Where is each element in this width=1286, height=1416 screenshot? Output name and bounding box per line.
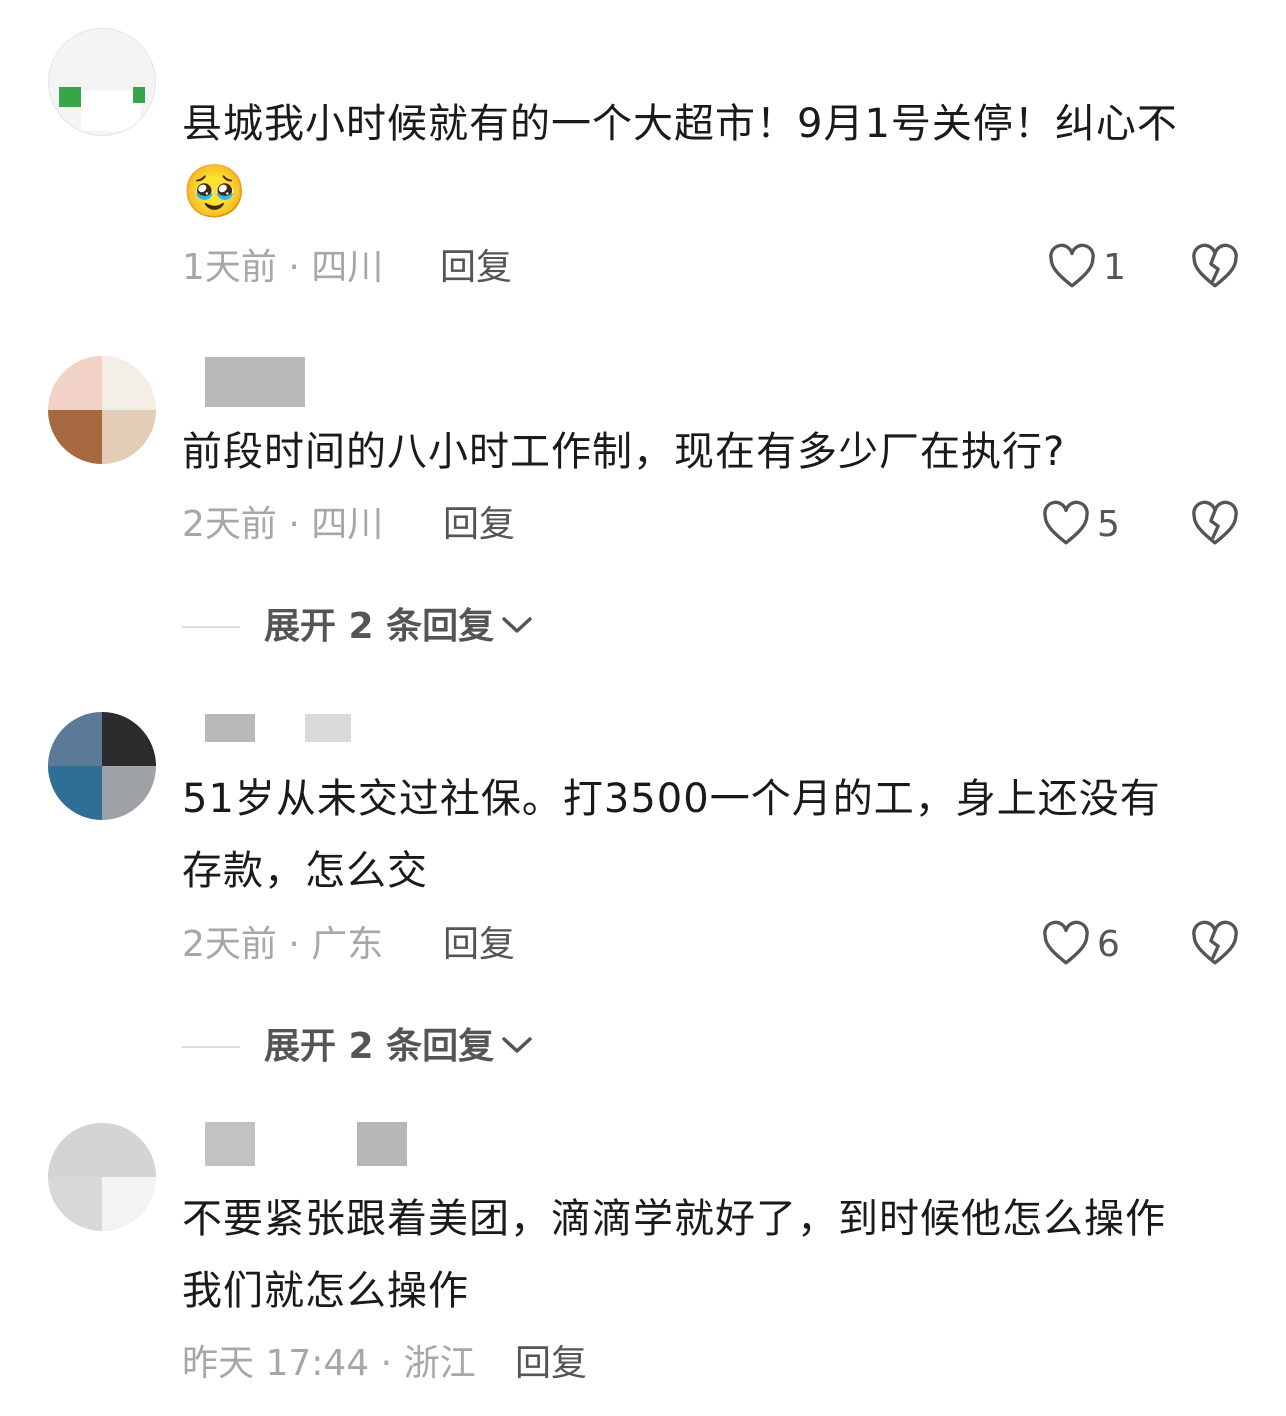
pleading-face-emoji: 🥹 (182, 162, 248, 222)
username-redacted (357, 1122, 407, 1166)
chevron-down-icon (500, 613, 534, 641)
comment-meta: 2天前 · 广东 (182, 924, 384, 965)
expand-divider (182, 626, 240, 628)
broken-heart-icon (1190, 500, 1240, 550)
like-button[interactable]: 6 (1041, 920, 1120, 970)
like-button[interactable]: 5 (1041, 500, 1120, 550)
comment-text: 51岁从未交过社保。打3500一个月的工，身上还没有 存款，怎么交 (182, 776, 1161, 894)
dislike-button[interactable] (1190, 243, 1240, 293)
broken-heart-icon (1190, 920, 1240, 970)
comment-meta: 1天前 · 四川 (182, 247, 384, 288)
expand-replies-button[interactable]: 展开 2 条回复 (182, 602, 534, 652)
comment-text: 不要紧张跟着美团，滴滴学就好了，到时候他怎么操作 我们就怎么操作 (182, 1196, 1166, 1314)
expand-label: 展开 2 条回复 (264, 1026, 495, 1067)
comment-text: 县城我小时候就有的一个大超市！9月1号关停！纠心不 🥹 (182, 101, 1178, 222)
dislike-button[interactable] (1190, 500, 1240, 550)
broken-heart-icon (1190, 243, 1240, 293)
username-redacted (305, 714, 351, 742)
reply-button[interactable]: 回复 (443, 500, 515, 550)
heart-outline-icon (1041, 920, 1091, 970)
expand-label: 展开 2 条回复 (264, 606, 495, 647)
reply-button[interactable]: 回复 (515, 1339, 587, 1389)
expand-divider (182, 1046, 240, 1048)
avatar[interactable] (48, 1123, 156, 1231)
avatar[interactable] (48, 28, 156, 136)
dislike-button[interactable] (1190, 920, 1240, 970)
username-redacted (205, 714, 255, 742)
username-redacted (205, 357, 305, 407)
like-count: 1 (1103, 247, 1126, 288)
expand-replies-button[interactable]: 展开 2 条回复 (182, 1022, 534, 1072)
reply-button[interactable]: 回复 (440, 243, 512, 293)
username-redacted (205, 1122, 255, 1166)
chevron-down-icon (500, 1033, 534, 1061)
like-button[interactable]: 1 (1047, 243, 1126, 293)
avatar[interactable] (48, 712, 156, 820)
reply-button[interactable]: 回复 (443, 920, 515, 970)
heart-outline-icon (1047, 243, 1097, 293)
comment-meta: 昨天 17:44 · 浙江 (182, 1343, 476, 1384)
heart-outline-icon (1041, 500, 1091, 550)
comment-meta: 2天前 · 四川 (182, 504, 384, 545)
like-count: 5 (1097, 504, 1120, 545)
avatar[interactable] (48, 356, 156, 464)
like-count: 6 (1097, 924, 1120, 965)
comment-text: 前段时间的八小时工作制，现在有多少厂在执行? (182, 429, 1066, 475)
